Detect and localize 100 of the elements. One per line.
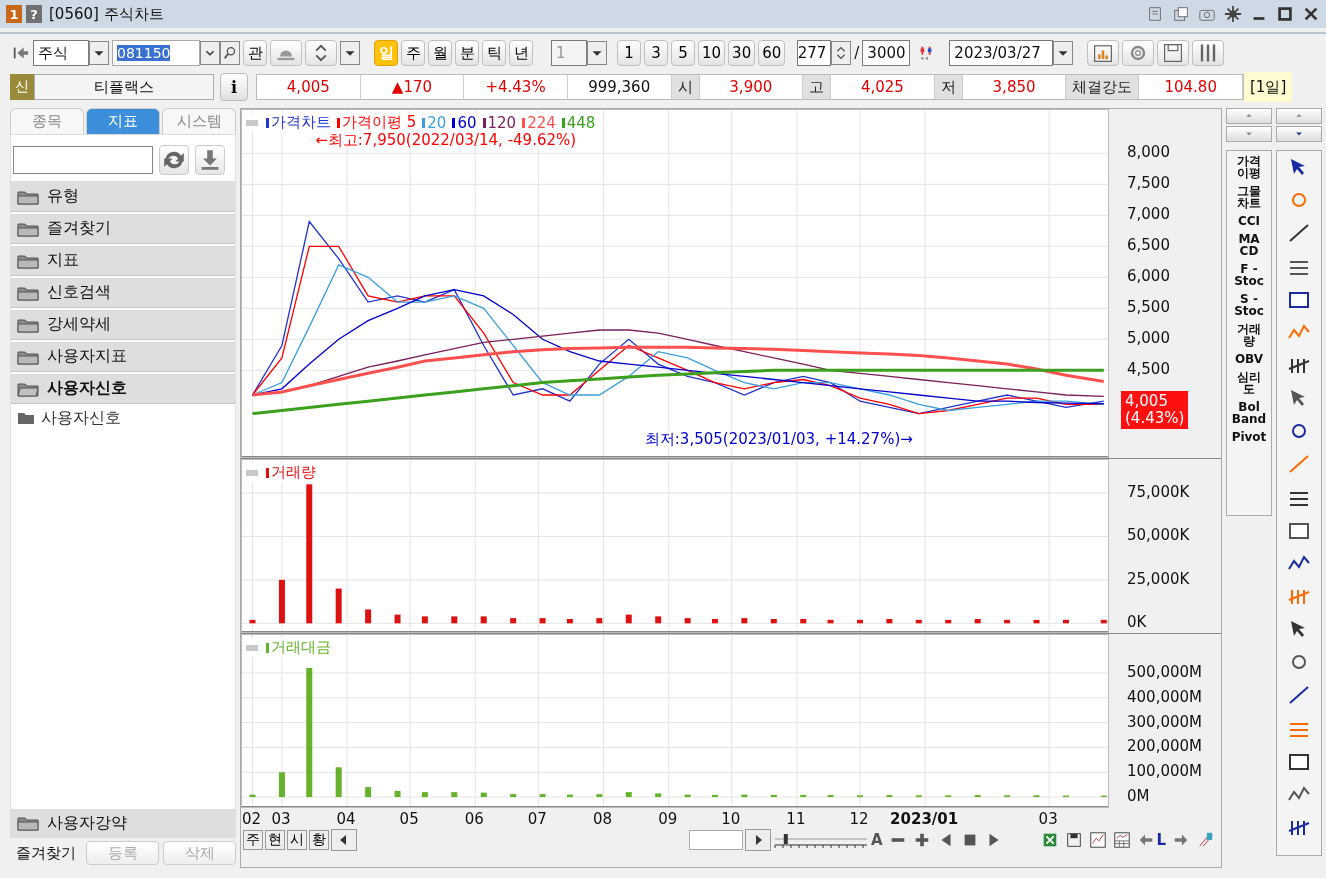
axis-label: 03	[1038, 810, 1058, 828]
help-button[interactable]: ?	[26, 5, 42, 23]
folder-label: 지표	[47, 250, 79, 271]
folder-label: 강세약세	[47, 314, 111, 335]
folder-label: 신호검색	[47, 282, 111, 303]
indicator-button[interactable]: F - Stoc	[1231, 263, 1267, 287]
separator: /	[854, 44, 860, 62]
axis-label: 2023/01	[890, 810, 959, 828]
chart-tab[interactable]: 현	[265, 830, 285, 850]
axis-label: 8,000	[1127, 144, 1170, 161]
axis-label: 75,000K	[1127, 484, 1190, 500]
axis-label: 5,500	[1127, 299, 1170, 316]
folder-item[interactable]: 유형	[11, 182, 235, 212]
legend-label: 60	[457, 113, 477, 132]
interval-button[interactable]: 60	[758, 40, 786, 66]
indicator-button[interactable]: 가격 이평	[1231, 155, 1267, 179]
axis-label: 500,000M	[1127, 663, 1202, 680]
indicator-button[interactable]: Pivot	[1231, 431, 1267, 443]
folder-label: 즐겨찾기	[47, 218, 111, 239]
indicator-button[interactable]: 그물 차트	[1231, 185, 1267, 209]
window-number[interactable]: 1	[6, 5, 22, 23]
tree-label: 사용자신호	[41, 407, 121, 429]
folder-label: 사용자지표	[47, 346, 127, 367]
price-annotation: 최저:3,505(2023/01/03, +14.27%)→	[644, 431, 913, 447]
folder-item[interactable]: 강세약세	[11, 310, 235, 340]
axis-label: 5,000	[1127, 330, 1170, 347]
legend-label: 거래대금	[271, 638, 331, 657]
axis-label: 300,000M	[1127, 713, 1202, 730]
indicator-button[interactable]: Bol Band	[1231, 401, 1267, 425]
quote-label: 시	[671, 75, 700, 99]
quote-label: 저	[934, 75, 963, 99]
period-button[interactable]: 틱	[482, 40, 506, 66]
axis-label: 7,500	[1127, 175, 1170, 192]
axis-label: 0K	[1127, 614, 1147, 631]
code-field[interactable]: 081150	[112, 40, 200, 66]
axis-label: 04	[336, 810, 356, 828]
zoom-label[interactable]: A	[871, 831, 883, 849]
interval-button[interactable]: 10	[698, 40, 726, 66]
axis-label: 200,000M	[1127, 738, 1202, 755]
period-button[interactable]: 주	[401, 40, 425, 66]
chart-tab[interactable]: 황	[309, 830, 329, 850]
legend-label: 가격이평 5	[342, 113, 417, 132]
quote-label: 체결강도	[1066, 75, 1140, 99]
axis-label: 03	[271, 810, 291, 828]
count-field[interactable]: 277	[797, 40, 832, 66]
period-button[interactable]: 월	[428, 40, 452, 66]
legend-label: 가격차트	[271, 113, 331, 132]
axis-label: 7,000	[1127, 206, 1170, 223]
axis-label: 100,000M	[1127, 763, 1202, 780]
indicator-button[interactable]: 거래 량	[1231, 323, 1267, 347]
legend-label: 448	[566, 113, 596, 132]
folder-item[interactable]: 사용자강약	[11, 809, 235, 837]
folder-item[interactable]: 지표	[11, 246, 235, 276]
indicator-button[interactable]: S - Stoc	[1231, 293, 1267, 317]
axis-label: 4,500	[1127, 361, 1170, 378]
quote-value: +4.43%	[464, 75, 568, 99]
info-button[interactable]: i	[220, 73, 248, 101]
period-button[interactable]: 분	[455, 40, 479, 66]
axis-label: 10	[721, 810, 741, 828]
legend-label: 120	[487, 113, 517, 132]
total-field[interactable]: 3000	[862, 40, 911, 66]
interval-button[interactable]: 5	[671, 40, 695, 66]
indicator-button[interactable]: OBV	[1231, 353, 1267, 365]
folder-label: 사용자강약	[47, 812, 127, 834]
indicator-button[interactable]: MA CD	[1231, 233, 1267, 257]
period-button[interactable]: 년	[509, 40, 533, 66]
date-field[interactable]: 2023/03/27	[949, 40, 1054, 66]
folder-label: 사용자신호	[47, 378, 127, 399]
quote-value: 4,025	[831, 75, 935, 99]
axis-label: 50,000K	[1127, 527, 1190, 544]
stock-name[interactable]: 티플랙스	[34, 74, 214, 100]
favorites-label: 즐겨찾기	[15, 843, 77, 863]
interval-button[interactable]: 30	[728, 40, 756, 66]
legend-label: 224	[527, 113, 556, 132]
folder-item[interactable]: 사용자지표	[11, 342, 235, 372]
period-tag: [1일]	[1244, 72, 1293, 102]
tree-item[interactable]: 사용자신호	[11, 406, 235, 430]
quote-value: ▲170	[360, 75, 465, 99]
market-select[interactable]: 주식	[33, 40, 89, 66]
interval-button[interactable]: 3	[644, 40, 668, 66]
new-listing-badge: 신	[10, 74, 34, 100]
folder-label: 유형	[47, 186, 79, 207]
folder-item[interactable]: 사용자신호	[11, 374, 235, 404]
axis-label: 25,000K	[1127, 570, 1190, 587]
line-label[interactable]: L	[1156, 831, 1167, 849]
indicator-button[interactable]: CCI	[1231, 215, 1267, 227]
watchlist-button[interactable]: 관	[243, 40, 267, 66]
chart-tab[interactable]: 시	[287, 830, 307, 850]
axis-label: 6,500	[1127, 237, 1170, 254]
axis-label: 6,000	[1127, 268, 1170, 285]
axis-label: 07	[527, 810, 547, 828]
quote-value: 4,005	[257, 75, 361, 99]
indicator-button[interactable]: 심리 도	[1231, 371, 1267, 395]
folder-item[interactable]: 즐겨찾기	[11, 214, 235, 244]
quote-value: 104.80	[1139, 75, 1243, 99]
folder-item[interactable]: 신호검색	[11, 278, 235, 308]
chart-tab[interactable]: 주	[243, 830, 263, 850]
legend-label: 20	[427, 113, 447, 132]
axis-label: 0M	[1127, 788, 1150, 805]
interval-button[interactable]: 1	[617, 40, 641, 66]
